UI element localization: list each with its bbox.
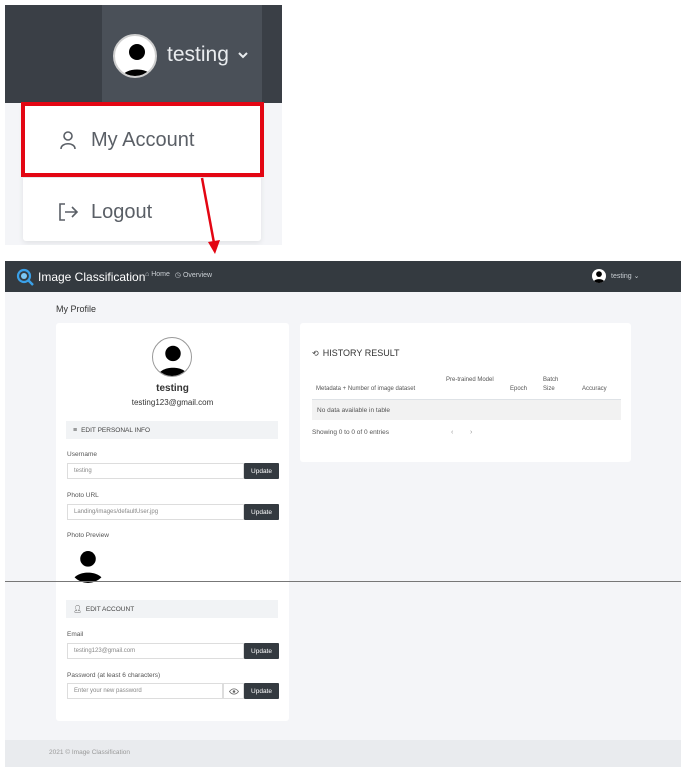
- update-password-button[interactable]: Update: [244, 683, 279, 699]
- profile-page: Image Classification ⌂ Home ◷ Overview t…: [5, 261, 681, 767]
- list-icon: ≡: [73, 426, 78, 434]
- navbar: Image Classification ⌂ Home ◷ Overview t…: [5, 261, 681, 292]
- brand-name: Image Classification: [38, 270, 146, 284]
- username-label: Username: [67, 451, 97, 458]
- pager-prev[interactable]: ‹: [451, 429, 453, 436]
- photo-preview-label: Photo Preview: [67, 532, 109, 539]
- nav-user-toggle[interactable]: testing ⌄: [592, 269, 639, 283]
- email-label: Email: [67, 631, 84, 638]
- nav-overview[interactable]: ◷ Overview: [175, 271, 212, 279]
- home-icon: ⌂: [145, 271, 150, 278]
- edit-personal-info-header: ≡ EDIT PERSONAL INFO: [66, 421, 278, 439]
- photo-url-input[interactable]: Landing/images/defaultUser.jpg: [67, 504, 244, 520]
- nav-username: testing: [611, 272, 632, 280]
- pager-next[interactable]: ›: [470, 429, 472, 436]
- history-title-text: HISTORY RESULT: [322, 348, 400, 358]
- photo-preview: [69, 545, 107, 583]
- edit-account-header: 👤︎ EDIT ACCOUNT: [66, 600, 278, 618]
- section-title: EDIT PERSONAL INFO: [81, 426, 151, 434]
- update-username-button[interactable]: Update: [244, 463, 279, 479]
- password-label: Password (at least 6 characters): [67, 672, 161, 679]
- history-card: ⟲ HISTORY RESULT Metadata + Number of im…: [300, 323, 631, 462]
- user-icon: 👤︎: [73, 606, 82, 613]
- history-icon: ⟲: [312, 348, 319, 358]
- update-email-button[interactable]: Update: [244, 643, 279, 659]
- section-title: EDIT ACCOUNT: [85, 605, 135, 613]
- photo-url-label: Photo URL: [67, 492, 99, 499]
- table-info: Showing 0 to 0 of 0 entries: [312, 429, 389, 436]
- eye-icon[interactable]: [223, 683, 244, 699]
- brand[interactable]: Image Classification: [16, 268, 145, 286]
- clock-icon: ◷: [174, 272, 181, 279]
- screenshot-divider-line: [5, 581, 681, 582]
- column-header[interactable]: Epoch: [510, 385, 527, 394]
- nav-overview-label: Overview: [182, 272, 213, 279]
- profile-name: testing: [156, 383, 189, 394]
- username-input[interactable]: testing: [67, 463, 244, 479]
- email-input[interactable]: testing123@gmail.com: [67, 643, 244, 659]
- footer-text: 2021 © Image Classification: [49, 749, 131, 756]
- column-header[interactable]: Accuracy: [582, 385, 607, 394]
- password-input[interactable]: Enter your new password: [67, 683, 223, 699]
- column-header[interactable]: Pre-trained Model: [446, 376, 494, 385]
- page-title: My Profile: [56, 304, 97, 314]
- footer: 2021 © Image Classification: [5, 740, 681, 767]
- nav-links: ⌂ Home ◷ Overview: [145, 271, 212, 279]
- empty-table-row: No data available in table: [312, 400, 621, 420]
- profile-email: testing123@gmail.com: [131, 398, 214, 407]
- magnifier-logo-icon: [16, 268, 34, 286]
- avatar: [592, 269, 606, 283]
- chevron-down-icon: ⌄: [631, 273, 640, 280]
- nav-home-label: Home: [151, 271, 170, 278]
- history-title: ⟲ HISTORY RESULT: [312, 348, 400, 358]
- profile-avatar: [152, 337, 192, 377]
- column-header[interactable]: Batch Size: [543, 376, 569, 394]
- column-header[interactable]: Metadata + Number of image dataset: [316, 385, 415, 394]
- update-photo-button[interactable]: Update: [244, 504, 279, 520]
- nav-home[interactable]: ⌂ Home: [145, 271, 170, 279]
- profile-card: testing testing123@gmail.com ≡ EDIT PERS…: [56, 323, 289, 721]
